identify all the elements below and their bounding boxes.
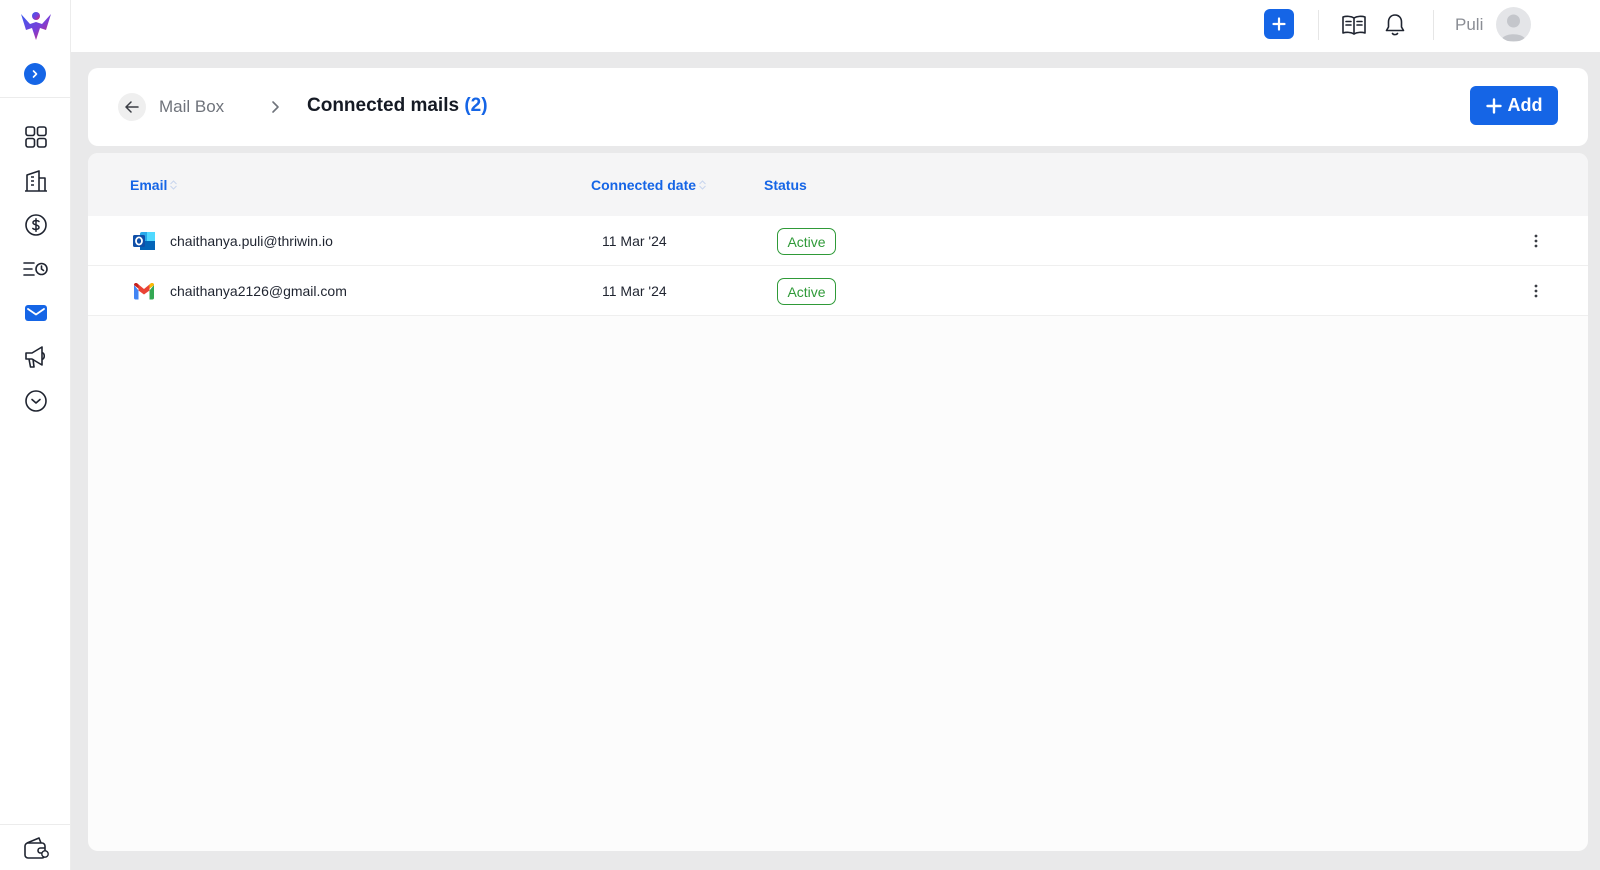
chevron-down-circle-icon: [24, 390, 47, 412]
dashboard-grid-icon: [24, 126, 47, 148]
bell-icon: [1385, 14, 1405, 36]
connected-count: (2): [464, 95, 488, 116]
email-address: chaithanya2126@gmail.com: [170, 283, 347, 299]
status-badge: Active: [777, 278, 836, 305]
sidebar-item-activity[interactable]: [0, 247, 71, 291]
sort-icon: [170, 180, 178, 190]
table-row[interactable]: chaithanya.puli@thriwin.io 11 Mar '24 Ac…: [88, 216, 1588, 266]
column-header-email[interactable]: Email: [130, 177, 178, 193]
help-docs-button[interactable]: [1339, 10, 1369, 40]
connected-date: 11 Mar '24: [602, 233, 667, 249]
sidebar-item-billing[interactable]: [0, 203, 71, 247]
chevron-right-icon: [32, 70, 38, 78]
outlook-icon: [133, 232, 155, 250]
sort-icon: [699, 180, 706, 190]
breadcrumb-parent-mailbox[interactable]: Mail Box: [159, 97, 224, 117]
kebab-menu-icon: [1534, 284, 1538, 298]
column-header-connected-date[interactable]: Connected date: [591, 177, 707, 193]
plus-icon: [1272, 17, 1286, 31]
sidebar-item-companies[interactable]: [0, 159, 71, 203]
sidebar-item-wallet[interactable]: [20, 832, 52, 864]
column-header-label: Connected date: [591, 177, 697, 193]
status-badge: Active: [777, 228, 836, 255]
table-row[interactable]: chaithanya2126@gmail.com 11 Mar '24 Acti…: [88, 266, 1588, 316]
app-logo[interactable]: [18, 8, 54, 44]
sidebar-item-dashboard[interactable]: [0, 115, 71, 159]
wallet-icon: [24, 837, 49, 859]
topbar-divider: [1318, 10, 1319, 40]
kebab-menu-icon: [1534, 234, 1538, 248]
topbar: Puli: [71, 0, 1600, 52]
quick-add-button[interactable]: [1264, 9, 1294, 39]
user-avatar-icon: [1501, 14, 1526, 41]
avatar[interactable]: [1496, 7, 1531, 42]
column-header-label: Status: [764, 177, 807, 193]
back-button[interactable]: [118, 93, 146, 121]
row-actions-button[interactable]: [1526, 229, 1546, 253]
building-icon: [24, 170, 47, 192]
sidebar-divider: [0, 97, 71, 98]
sidebar-item-mailbox[interactable]: [0, 291, 71, 335]
email-address: chaithanya.puli@thriwin.io: [170, 233, 333, 249]
sidebar-bottom-divider: [0, 824, 71, 825]
column-header-label: Email: [130, 177, 168, 193]
chevron-right-icon: [272, 101, 279, 113]
arrow-left-icon: [125, 101, 139, 113]
megaphone-icon: [24, 346, 45, 368]
email-cell: chaithanya2126@gmail.com: [132, 280, 347, 302]
page-title-text: Connected mails: [307, 95, 460, 116]
sidebar-expand-button[interactable]: [24, 63, 46, 85]
column-header-status: Status: [764, 177, 807, 193]
sidebar-item-campaigns[interactable]: [0, 335, 71, 379]
topbar-divider: [1433, 10, 1434, 40]
add-mail-button[interactable]: Add: [1470, 86, 1558, 125]
sidebar-nav: [0, 115, 71, 423]
page-title: Connected mails (2): [307, 95, 488, 117]
table-header: Email Connected date Status: [88, 153, 1588, 216]
email-cell: chaithanya.puli@thriwin.io: [132, 230, 333, 252]
connected-date: 11 Mar '24: [602, 283, 667, 299]
row-actions-button[interactable]: [1526, 279, 1546, 303]
notifications-button[interactable]: [1380, 10, 1410, 40]
book-open-icon: [1342, 15, 1366, 35]
sidebar: [0, 0, 71, 870]
sidebar-item-more[interactable]: [0, 379, 71, 423]
page-header: Mail Box Connected mails (2) Add: [88, 68, 1588, 146]
connected-mails-table: Email Connected date Status chaithanya.p…: [88, 153, 1588, 851]
mail-icon: [24, 305, 47, 321]
add-mail-button-label: Add: [1507, 95, 1543, 115]
dollar-circle-icon: [24, 214, 47, 236]
gmail-icon: [134, 282, 154, 300]
list-clock-icon: [22, 262, 48, 276]
plus-icon: [1485, 97, 1502, 114]
user-name: Puli: [1455, 15, 1484, 34]
